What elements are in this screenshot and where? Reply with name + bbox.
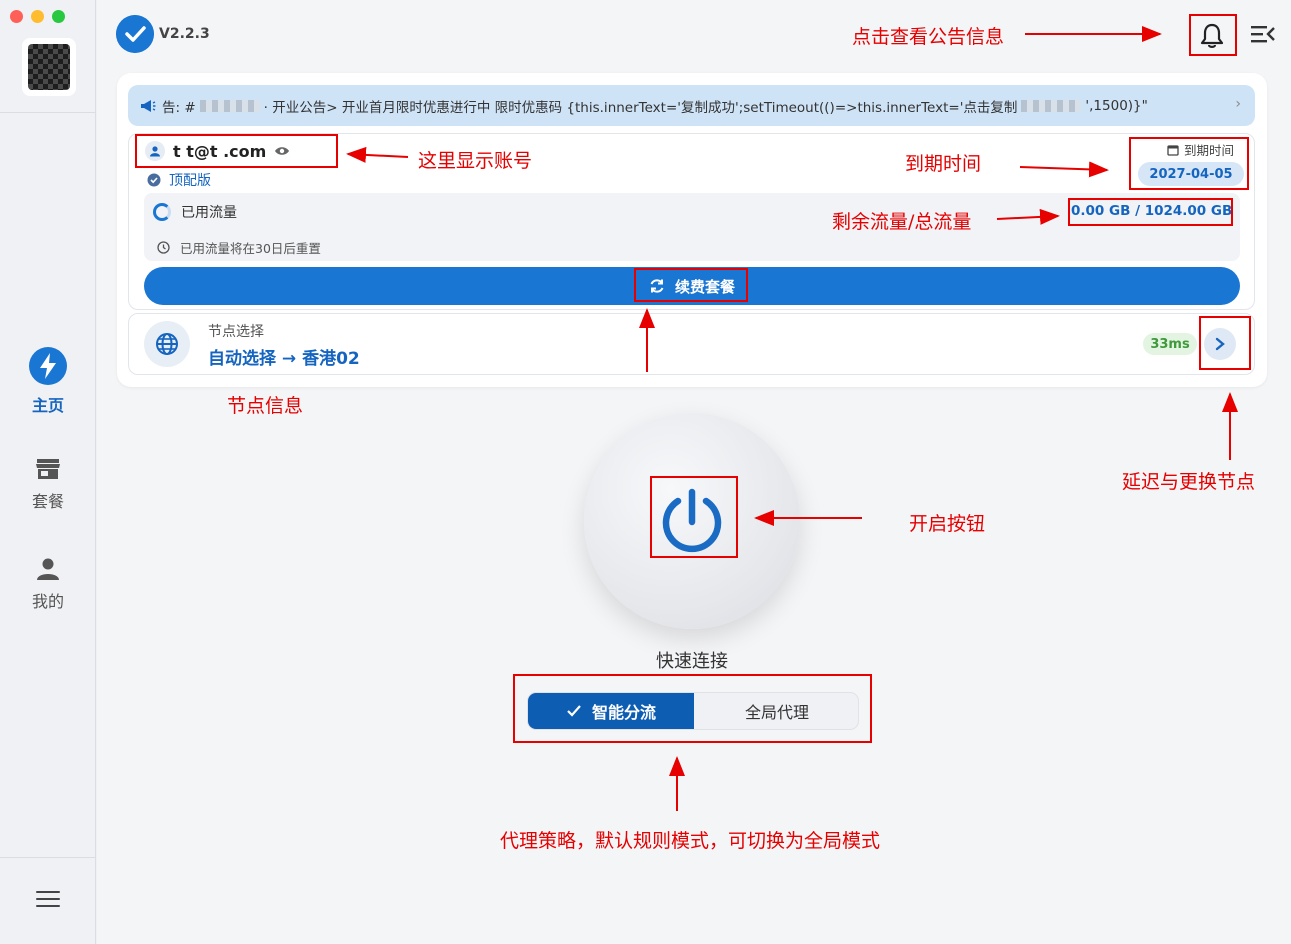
- announcement-prefix: 告: #: [162, 99, 196, 116]
- globe-icon: [144, 321, 190, 367]
- sidebar-item-label: 主页: [31, 396, 64, 415]
- app-logo-check-icon: [116, 15, 154, 53]
- plan-tier: 顶配版: [147, 170, 211, 190]
- annotation-node: 节点信息: [227, 395, 304, 417]
- annotation-latency: 延迟与更换节点: [1122, 471, 1256, 493]
- latency-badge[interactable]: 33ms: [1143, 333, 1197, 355]
- menu-collapse-icon[interactable]: [1250, 24, 1276, 44]
- annotation-box: [1189, 14, 1237, 56]
- chevron-right-icon: ›: [1235, 96, 1241, 112]
- redacted-text: [199, 99, 260, 112]
- annotation-notice: 点击查看公告信息: [852, 26, 1005, 48]
- quick-connect-label: 快速连接: [656, 651, 728, 672]
- sidebar-item-home[interactable]: 主页: [0, 346, 96, 416]
- announcement-text: · 开业公告> 开业首月限时优惠进行中 限时优惠码 {this.innerTex…: [263, 99, 1018, 116]
- annotation-power: 开启按钮: [909, 513, 986, 535]
- zoom-window-button[interactable]: [52, 10, 65, 23]
- annotation-box: [634, 268, 748, 302]
- sidebar-divider: [0, 112, 96, 113]
- verified-badge-icon: [147, 173, 161, 187]
- clock-icon: [157, 241, 170, 254]
- annotation-box: [513, 674, 872, 743]
- sidebar-item-profile[interactable]: 我的: [0, 556, 96, 612]
- person-icon: [37, 558, 59, 580]
- sidebar: 主页 套餐 我的: [0, 0, 96, 944]
- annotation-box: [135, 134, 338, 168]
- app-version: V2.2.3: [159, 26, 210, 42]
- plan-tier-label: 顶配版: [169, 173, 211, 189]
- annotation-mode: 代理策略，默认规则模式，可切换为全局模式: [500, 830, 881, 852]
- sidebar-item-label: 套餐: [31, 492, 64, 511]
- app-avatar: [22, 38, 76, 96]
- node-name: 自动选择 → 香港02: [208, 349, 360, 369]
- traffic-ring-icon: [153, 203, 171, 221]
- used-traffic-label: 已用流量: [153, 202, 237, 222]
- lightning-icon: [29, 347, 67, 385]
- annotation-box: [1129, 137, 1249, 190]
- sidebar-divider: [0, 857, 96, 858]
- annotation-box: [650, 476, 738, 558]
- announcement-suffix: ',1500)}": [1085, 97, 1148, 114]
- redacted-text: [1021, 99, 1082, 112]
- annotation-box: [1199, 316, 1251, 370]
- annotation-expiry: 到期时间: [905, 153, 982, 175]
- store-icon: [36, 459, 60, 479]
- announcement-bar[interactable]: 告: # · 开业公告> 开业首月限时优惠进行中 限时优惠码 {this.inn…: [128, 85, 1255, 126]
- traffic-reset-note: 已用流量将在30日后重置: [157, 238, 321, 257]
- sidebar-item-label: 我的: [31, 592, 64, 611]
- minimize-window-button[interactable]: [31, 10, 44, 23]
- annotation-box: [1068, 198, 1233, 226]
- annotation-account: 这里显示账号: [418, 150, 533, 172]
- node-caption: 节点选择: [208, 324, 264, 340]
- annotation-traffic: 剩余流量/总流量: [832, 211, 972, 233]
- sidebar-item-plans[interactable]: 套餐: [0, 456, 96, 512]
- megaphone-icon: [141, 99, 156, 112]
- hamburger-menu-icon[interactable]: [36, 891, 60, 912]
- window-controls: [10, 10, 65, 23]
- close-window-button[interactable]: [10, 10, 23, 23]
